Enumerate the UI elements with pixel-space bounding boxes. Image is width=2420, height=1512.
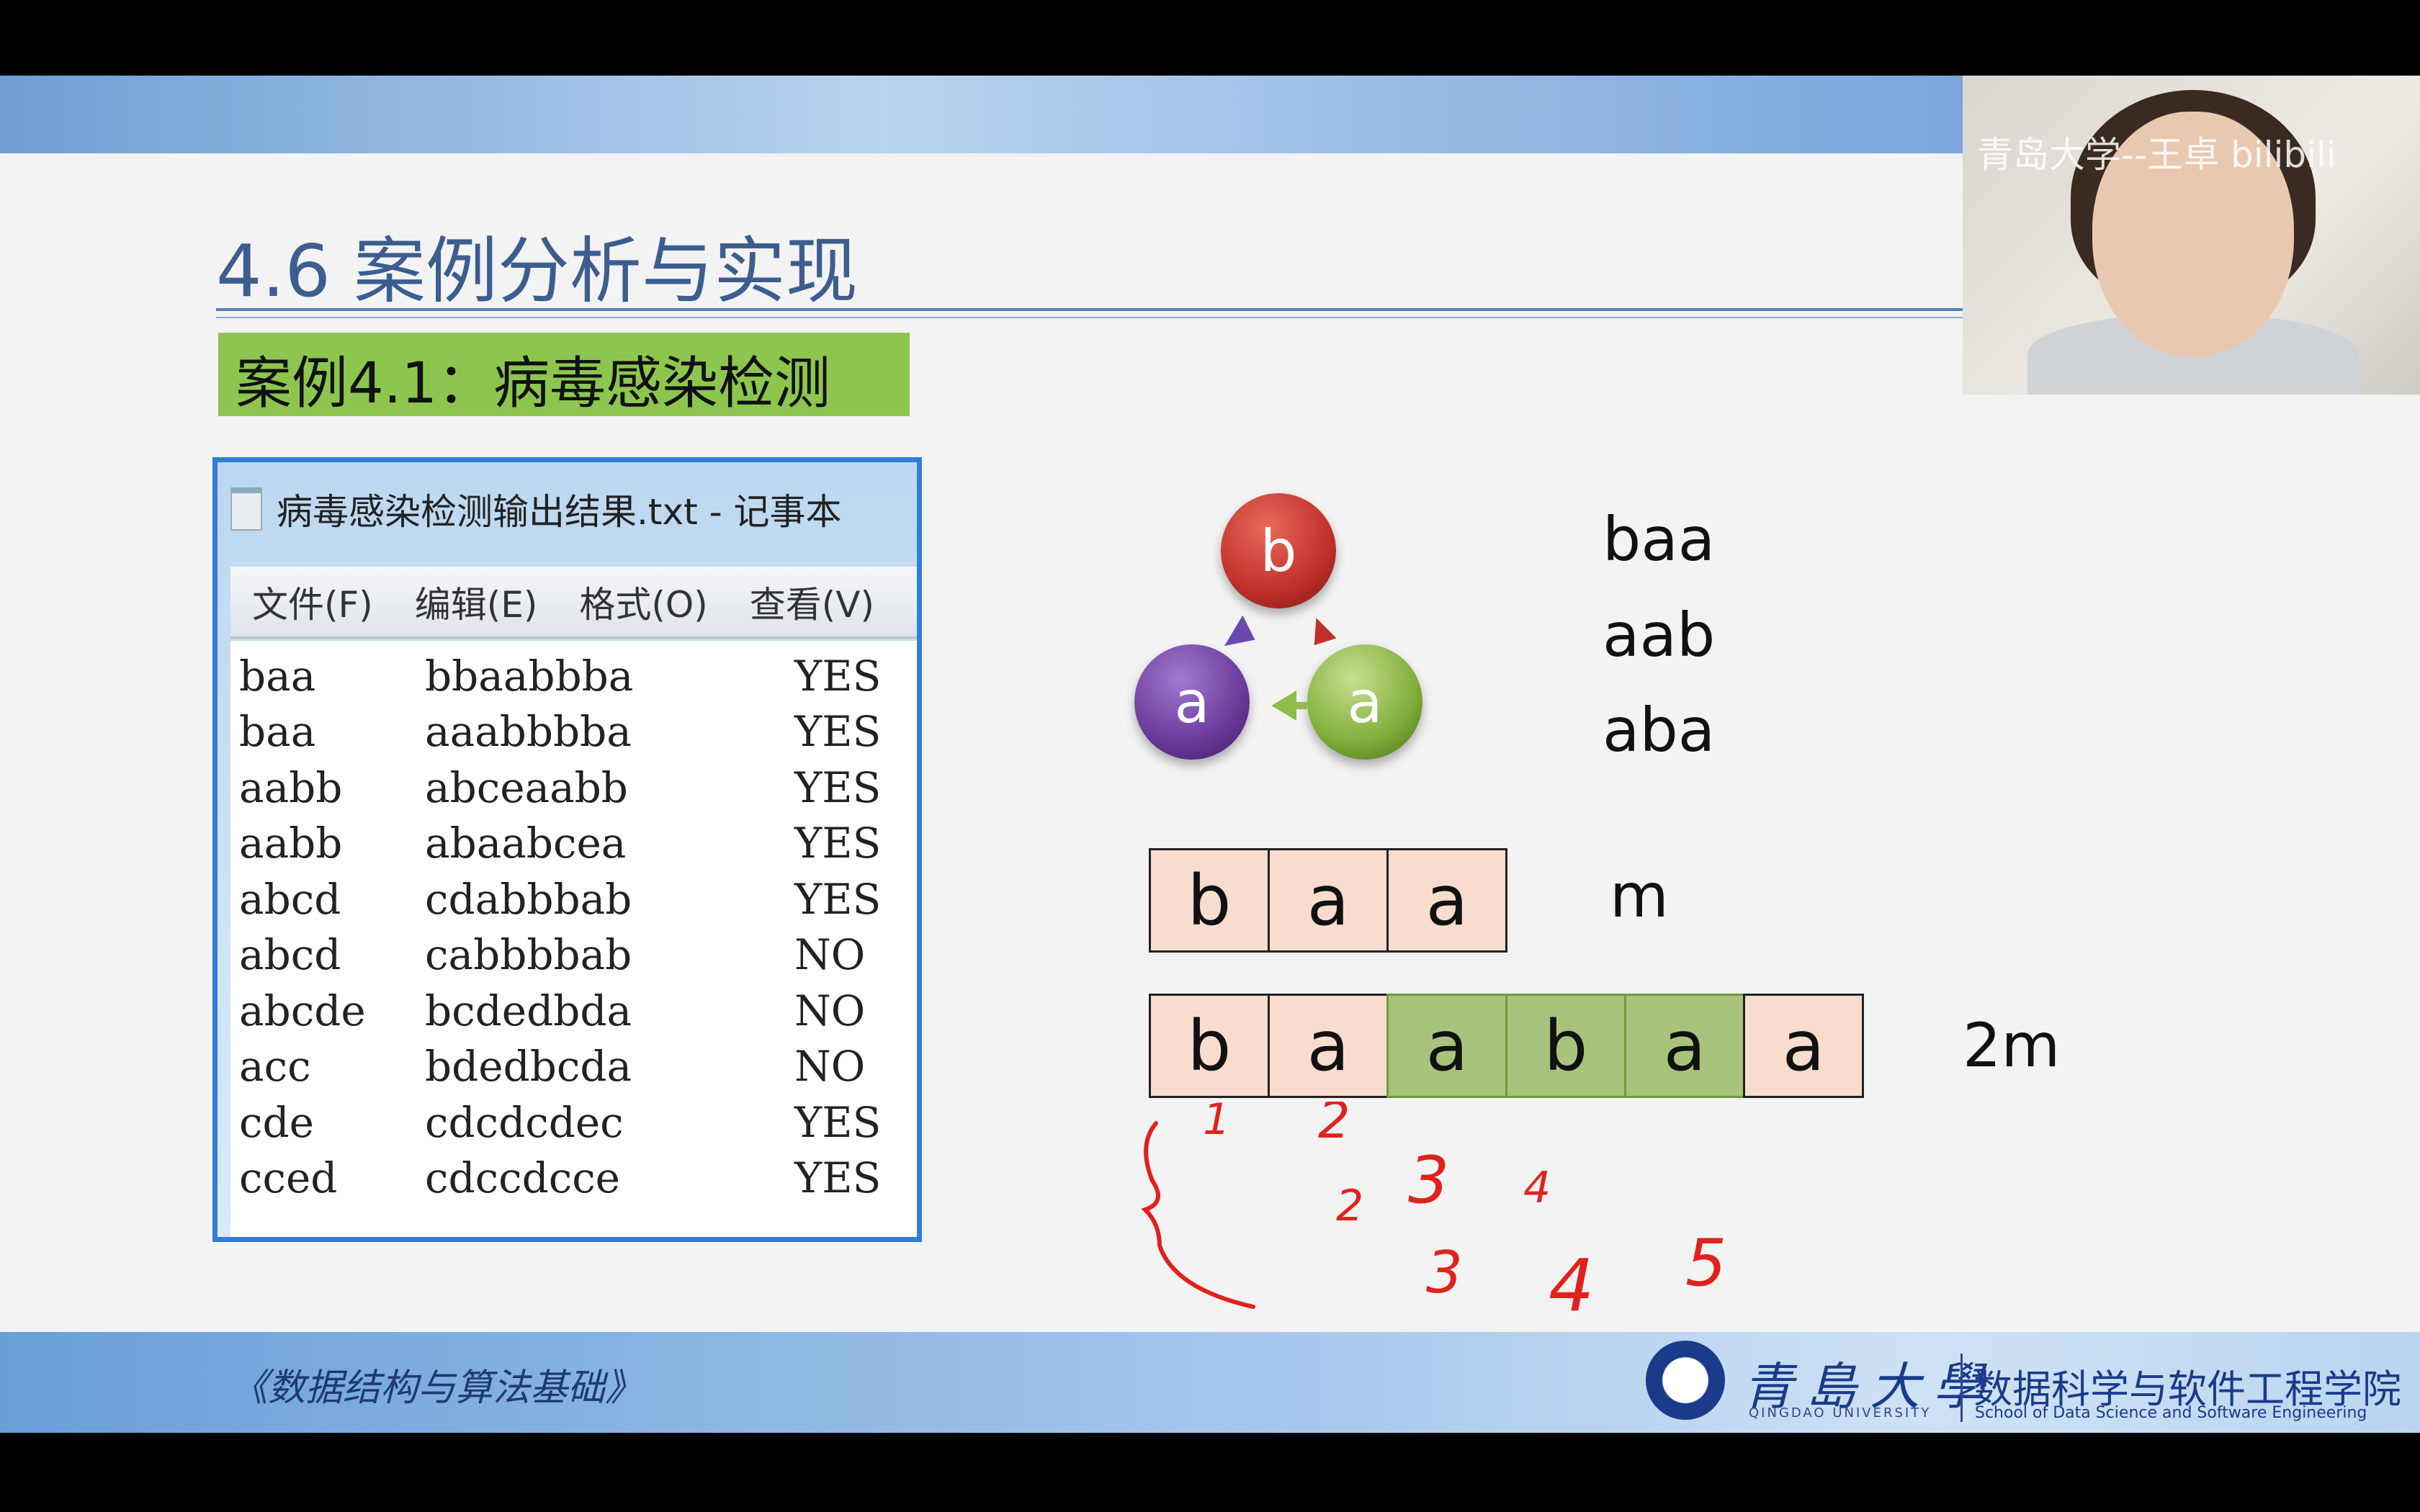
char-cell: a <box>1624 994 1745 1098</box>
pattern-text: baa <box>239 707 316 757</box>
university-name-en: QINGDAO UNIVERSITY <box>1749 1405 1932 1421</box>
pattern-text: abcd <box>239 874 341 924</box>
school-name-en: School of Data Science and Software Engi… <box>1975 1404 2367 1422</box>
webcam-overlay: 青岛大学--王卓 bilibili <box>1963 76 2420 395</box>
dna-text: bdedbcda <box>425 1042 632 1092</box>
notepad-window: 病毒感染检测输出结果.txt - 记事本 文件(F) 编辑(E) 格式(O) 查… <box>212 457 922 1242</box>
webcam-watermark: 青岛大学--王卓 bilibili <box>1977 134 2336 176</box>
notepad-line: abcd cdabbbab YES <box>239 871 908 927</box>
case-label: 案例4.1：病毒感染检测 <box>218 333 910 416</box>
hand-4b: 4 <box>1549 1243 1595 1328</box>
result-text: YES <box>794 1153 882 1203</box>
menu-edit: 编辑(E) <box>414 583 538 626</box>
result-text: YES <box>794 819 882 868</box>
slide-header-band <box>0 76 1963 153</box>
label-2m: 2m <box>1963 1010 2061 1081</box>
label-m: m <box>1610 860 1669 931</box>
pattern-text: acc <box>239 1042 311 1092</box>
dna-text: cdcdcdec <box>425 1097 624 1147</box>
menu-file: 文件(F) <box>252 583 373 626</box>
notepad-line: aabb abaabcea YES <box>239 816 908 872</box>
handwritten-annotations: 1 2 2 3 3 4 4 5 <box>1141 1102 1726 1328</box>
string-2m-cells: baabaa <box>1149 994 1864 1098</box>
dna-text: abceaabb <box>425 762 628 812</box>
cycle-arrows <box>1224 615 1337 720</box>
rotation-3: aba <box>1603 695 1716 765</box>
dna-text: cdabbbab <box>425 874 632 924</box>
hand-3b: 3 <box>1426 1239 1463 1306</box>
circle-b: b <box>1221 493 1336 608</box>
notepad-line: abcde bcdedbda NO <box>239 983 908 1039</box>
arrow-left-icon <box>1271 690 1307 720</box>
char-cell: a <box>1268 848 1389 953</box>
notepad-line: baa bbaabbba YES <box>239 648 908 704</box>
notepad-content: baa bbaabbba YES baa aaabbbba YES aabb abceaabb… <box>230 641 917 1237</box>
menu-view: 查看(V) <box>749 583 874 626</box>
result-text: YES <box>794 707 882 757</box>
university-seal-logo <box>1646 1341 1725 1420</box>
notepad-line: cced cdccdcce YES <box>239 1151 908 1207</box>
char-cell: a <box>1268 994 1389 1098</box>
result-text: YES <box>794 1097 882 1147</box>
dna-text: cabbbbab <box>425 930 632 980</box>
char-cell: b <box>1149 848 1270 953</box>
hand-4a: 4 <box>1523 1163 1551 1213</box>
notepad-line: cde cdcdcdec YES <box>239 1094 908 1151</box>
hand-2b: 2 <box>1336 1181 1363 1231</box>
arrow-up-left-icon <box>1224 615 1255 647</box>
rotation-2: aab <box>1603 600 1716 670</box>
result-text: NO <box>794 986 866 1035</box>
hand-3a: 3 <box>1408 1143 1449 1218</box>
char-cell: a <box>1386 848 1507 953</box>
notepad-line: baa aaabbbba YES <box>239 704 908 760</box>
char-cell: b <box>1149 994 1270 1098</box>
hand-1: 1 <box>1203 1102 1230 1145</box>
char-cell: b <box>1505 994 1626 1098</box>
result-text: NO <box>794 1042 866 1092</box>
notepad-line: abcd cabbbbab NO <box>239 927 908 984</box>
title-rule-thin <box>216 317 1963 318</box>
menu-format: 格式(O) <box>579 583 708 626</box>
hand-brace <box>1141 1121 1255 1309</box>
dna-text: bbaabbba <box>425 651 634 701</box>
pattern-text: aabb <box>239 762 343 812</box>
result-text: YES <box>794 874 882 924</box>
dna-text: bcdedbda <box>425 986 632 1035</box>
notepad-menubar: 文件(F) 编辑(E) 格式(O) 查看(V) 帮助 <box>230 567 917 639</box>
title-rule <box>216 308 1963 311</box>
string-m-cells: baa <box>1149 848 1507 953</box>
pattern-text: abcd <box>239 930 341 980</box>
slide-title: 4.6 案例分析与实现 <box>216 229 858 313</box>
notepad-line: acc bdedbcda NO <box>239 1039 908 1095</box>
arrow-down-right-icon <box>1314 618 1337 646</box>
pattern-text: aabb <box>239 819 343 868</box>
dna-text: abaabcea <box>425 819 627 868</box>
notepad-titlebar: 病毒感染检测输出结果.txt - 记事本 <box>230 477 842 541</box>
notepad-title: 病毒感染检测输出结果.txt - 记事本 <box>277 491 842 533</box>
menu-help: 帮助 <box>916 576 917 628</box>
hand-5: 5 <box>1685 1225 1726 1301</box>
pattern-text: abcde <box>239 986 366 1035</box>
course-name: 《数据结构与算法基础》 <box>230 1367 643 1410</box>
result-text: YES <box>794 762 882 812</box>
hand-2a: 2 <box>1318 1102 1350 1150</box>
notepad-line: aabb abceaabb YES <box>239 760 908 816</box>
pattern-text: cde <box>239 1097 314 1147</box>
notepad-icon <box>230 487 262 531</box>
char-cell: a <box>1743 994 1864 1098</box>
pattern-text: cced <box>239 1153 338 1203</box>
footer-divider <box>1960 1354 1963 1422</box>
result-text: YES <box>794 651 882 701</box>
dna-text: aaabbbba <box>425 707 632 757</box>
pattern-text: baa <box>239 651 316 701</box>
dna-text: cdccdcce <box>425 1153 620 1203</box>
rotation-1: baa <box>1603 504 1716 575</box>
char-cell: a <box>1386 994 1507 1098</box>
result-text: NO <box>794 930 866 980</box>
